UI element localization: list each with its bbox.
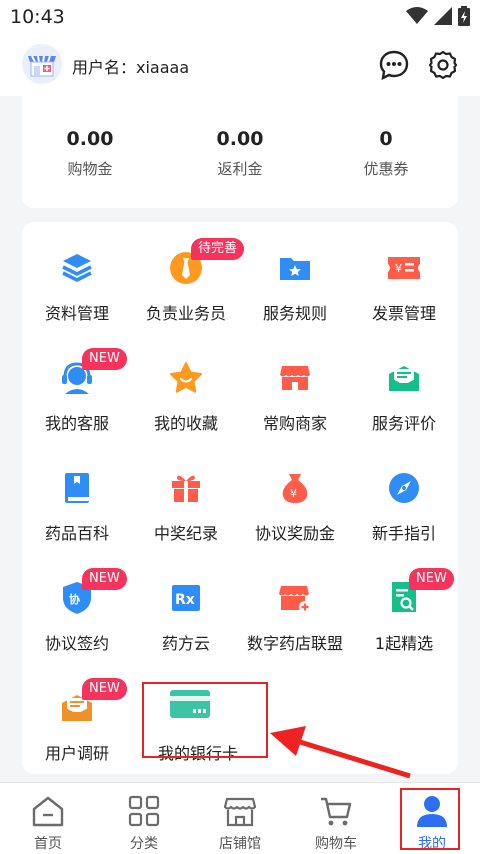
bank-card-highlight-box	[142, 682, 268, 758]
chat-bubble-icon	[379, 50, 409, 81]
mine-tab-highlight-box	[400, 788, 460, 850]
menu-item-agreement-rewards[interactable]: ¥ 协议奖励金	[240, 450, 350, 550]
tab-cart[interactable]: 购物车	[288, 783, 384, 854]
store-avatar-icon	[22, 44, 62, 84]
star-icon	[170, 362, 202, 393]
status-time: 10:43	[10, 6, 65, 28]
new-badge: NEW	[82, 678, 127, 700]
avatar[interactable]	[22, 44, 62, 84]
menu-item-prescription-cloud[interactable]: Rx 药方云	[131, 560, 241, 660]
book-icon	[65, 473, 89, 503]
invoice-icon: ¥	[388, 257, 420, 279]
menu-item-agreement-signing[interactable]: 协 NEW 协议签约	[22, 560, 132, 660]
menu-item-drug-encyclopedia[interactable]: 药品百科	[22, 450, 132, 550]
stat-shopping-credit[interactable]: 0.00 购物金	[20, 128, 160, 179]
tab-categories[interactable]: 分类	[96, 783, 192, 854]
menu-item-label: 新手指引	[371, 524, 436, 543]
tab-label: 店铺馆	[219, 836, 261, 852]
status-bar: 10:43	[0, 0, 480, 34]
menu-item-label: 负责业务员	[145, 304, 226, 323]
home-icon	[32, 796, 64, 827]
storefront-icon	[223, 797, 257, 827]
menu-item-label: 资料管理	[44, 304, 109, 323]
menu-item-invoice-management[interactable]: ¥ 发票管理	[349, 230, 459, 330]
svg-text:¥: ¥	[395, 262, 402, 275]
menu-item-label: 我的客服	[44, 414, 109, 433]
stats-card: 0.00 购物金 0.00 返利金 0 优惠券	[22, 96, 458, 208]
menu-item-favorites[interactable]: 我的收藏	[131, 340, 241, 440]
menu-item-label: 用户调研	[44, 744, 109, 763]
menu-item-label: 协议签约	[44, 634, 109, 653]
tab-home[interactable]: 首页	[0, 783, 96, 854]
menu-item-label: 服务规则	[262, 304, 327, 323]
menu-item-service-rules[interactable]: 服务规则	[240, 230, 350, 330]
profile-header: 用户名：xiaaaa	[0, 34, 480, 96]
cart-icon	[321, 797, 352, 826]
stat-rebate[interactable]: 0.00 返利金	[170, 128, 310, 179]
message-button[interactable]	[377, 48, 411, 82]
menu-item-prize-records[interactable]: 中奖纪录	[131, 450, 241, 550]
tab-store-hall[interactable]: 店铺馆	[192, 783, 288, 854]
menu-item-label: 数字药店联盟	[246, 634, 343, 653]
gear-icon	[428, 50, 458, 80]
rx-icon: Rx	[172, 585, 200, 611]
battery-icon	[458, 6, 470, 26]
signal-icon	[434, 7, 452, 25]
stat-label: 优惠券	[363, 160, 409, 178]
menu-item-label: 服务评价	[371, 414, 436, 433]
stat-value: 0.00	[216, 128, 264, 150]
menu-item-profile-management[interactable]: 资料管理	[22, 230, 132, 330]
stat-coupons[interactable]: 0 优惠券	[316, 128, 456, 179]
menu-item-label: 药品百科	[44, 524, 109, 543]
new-badge: NEW	[82, 568, 127, 590]
menu-item-label: 药方云	[161, 634, 210, 653]
gift-icon	[172, 475, 200, 502]
stat-label: 购物金	[67, 160, 113, 178]
menu-item-customer-service[interactable]: NEW 我的客服	[22, 340, 132, 440]
svg-text:协: 协	[69, 592, 80, 606]
menu-item-label: 我的收藏	[153, 414, 218, 433]
svg-text:¥: ¥	[290, 487, 297, 500]
store-plus-icon	[279, 586, 311, 613]
shop-icon	[280, 366, 310, 390]
menu-item-sales-rep[interactable]: 待完善 负责业务员	[131, 230, 245, 330]
menu-item-featured-picks[interactable]: NEW 1起精选	[349, 560, 459, 660]
menu-item-label: 常购商家	[262, 414, 327, 433]
menu-item-user-survey[interactable]: NEW 用户调研	[22, 670, 132, 770]
settings-button[interactable]	[426, 48, 460, 82]
username: 用户名：xiaaaa	[72, 58, 190, 77]
pending-badge: 待完善	[191, 238, 245, 260]
status-icons	[406, 6, 470, 26]
menu-item-label: 发票管理	[371, 304, 436, 323]
grid-icon	[128, 795, 160, 827]
new-badge: NEW	[409, 568, 454, 590]
stat-label: 返利金	[217, 160, 263, 178]
compass-icon	[389, 473, 419, 503]
menu-item-digital-pharmacy-alliance[interactable]: 数字药店联盟	[240, 560, 350, 660]
svg-text:Rx: Rx	[175, 592, 195, 608]
wifi-icon	[406, 7, 428, 24]
tab-label: 分类	[130, 836, 158, 852]
folder-star-icon	[280, 258, 310, 280]
stat-value: 0	[379, 128, 393, 150]
money-bag-icon: ¥	[282, 474, 308, 503]
menu-item-label: 协议奖励金	[254, 524, 335, 543]
stat-value: 0.00	[66, 128, 114, 150]
menu-item-label: 中奖纪录	[153, 524, 218, 543]
menu-item-service-review[interactable]: 服务评价	[349, 340, 459, 440]
tab-label: 购物车	[315, 836, 357, 852]
menu-item-label: 1起精选	[374, 634, 434, 653]
new-badge: NEW	[82, 348, 127, 370]
tab-label: 首页	[34, 836, 62, 852]
layers-icon	[62, 254, 92, 282]
menu-item-beginner-guide[interactable]: 新手指引	[349, 450, 459, 550]
menu-item-frequent-merchants[interactable]: 常购商家	[240, 340, 350, 440]
mail-review-icon	[389, 366, 419, 391]
